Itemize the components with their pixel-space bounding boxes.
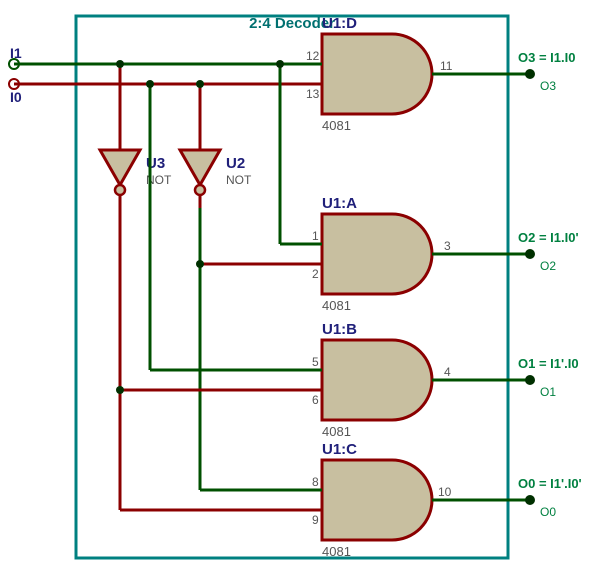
svg-text:O0: O0 [540,505,556,519]
input-label-i0: I0 [10,89,22,105]
svg-text:8: 8 [312,475,319,489]
svg-text:O2: O2 [540,259,556,273]
output-o2: O2 = I1.I0' O2 [454,230,579,273]
svg-text:13: 13 [306,87,320,101]
svg-text:O3: O3 [540,79,556,93]
gate-type: 4081 [322,544,351,559]
input-label-i1: I1 [10,45,22,61]
svg-text:O1 = I1'.I0: O1 = I1'.I0 [518,356,579,371]
svg-text:9: 9 [312,513,319,527]
svg-text:1: 1 [312,229,319,243]
gate-type: 4081 [322,298,351,313]
inverter-u2: U2 NOT [180,140,252,208]
gate-name: U1:B [322,321,357,338]
svg-text:12: 12 [306,49,320,63]
svg-text:10: 10 [438,485,452,499]
wire-i1-rail: I1 [9,45,300,69]
gate-type: 4081 [322,118,351,133]
output-o3: O3 = I1.I0 O3 [454,50,575,93]
and-gate-u1a: U1:A 4081 1 2 3 [300,195,454,313]
svg-text:U2: U2 [226,155,245,172]
svg-text:6: 6 [312,393,319,407]
svg-text:11: 11 [440,59,453,73]
gate-name: U1:C [322,441,357,458]
wire-i0-rail: I0 [9,79,300,105]
svg-text:O0 = I1'.I0': O0 = I1'.I0' [518,476,582,491]
svg-text:3: 3 [444,239,451,253]
svg-text:NOT: NOT [226,173,252,187]
output-o1: O1 = I1'.I0 O1 [454,356,579,399]
and-gate-u1c: U1:C 4081 8 9 10 [300,441,454,559]
svg-text:5: 5 [312,355,319,369]
svg-text:2: 2 [312,267,319,281]
inverter-u3: U3 NOT [100,140,172,208]
decoder-schematic: 2:4 Decoder U1:D 4081 12 13 11 U1:A 4081 [0,0,594,572]
boundary-box [76,16,508,558]
and-gate-u1b: U1:B 4081 5 6 4 [300,321,454,439]
svg-text:O3 = I1.I0: O3 = I1.I0 [518,50,575,65]
gate-type: 4081 [322,424,351,439]
output-o0: O0 = I1'.I0' O0 [454,476,582,519]
svg-text:4: 4 [444,365,451,379]
svg-text:O2 = I1.I0': O2 = I1.I0' [518,230,579,245]
routing-wires [116,60,300,510]
gate-name: U1:D [322,15,357,32]
and-gate-u1d: U1:D 4081 12 13 11 [300,15,454,133]
gate-name: U1:A [322,195,357,212]
svg-text:O1: O1 [540,385,556,399]
